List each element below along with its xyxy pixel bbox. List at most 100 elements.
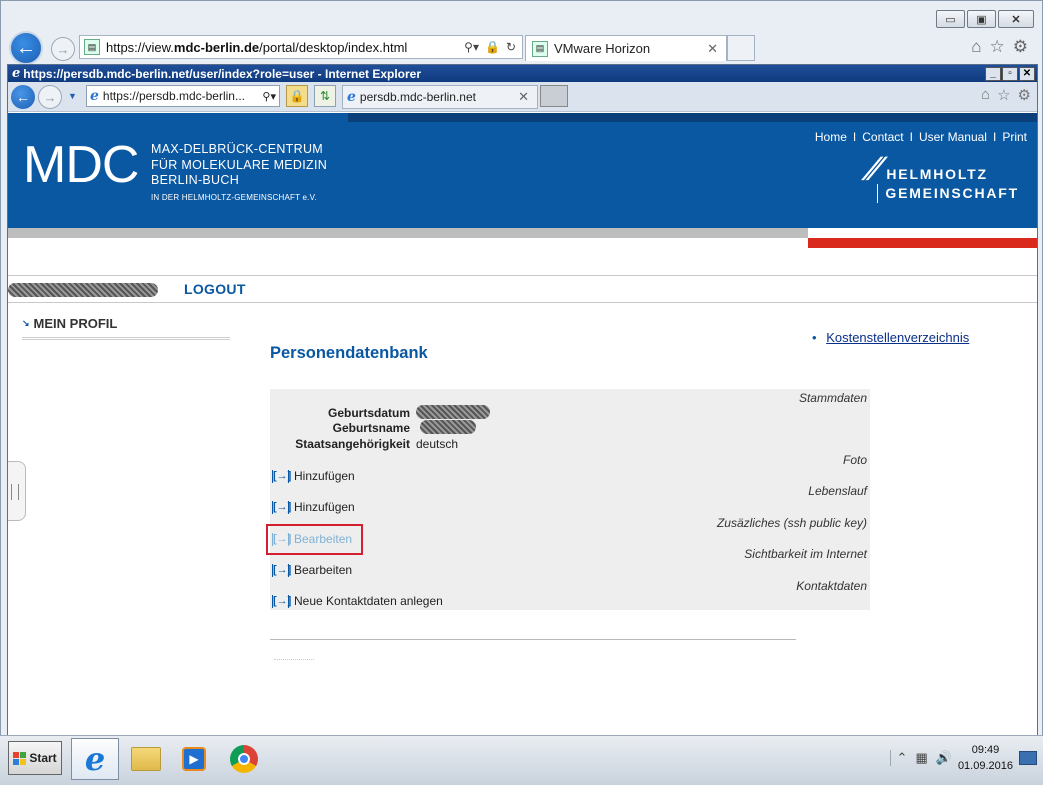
inner-new-tab-button[interactable]	[540, 85, 568, 107]
security-lock-icon[interactable]: 🔒	[286, 85, 308, 107]
taskbar-ie[interactable]: e	[71, 738, 119, 780]
new-tab-button[interactable]	[727, 35, 755, 61]
zusaetzliches-edit-button[interactable]: [→] Bearbeiten	[266, 524, 363, 555]
inner-tab-title: persdb.mdc-berlin.net	[359, 90, 476, 104]
inner-tab-persdb[interactable]: e persdb.mdc-berlin.net ✕	[342, 85, 538, 109]
field-geburtsname: Geburtsname	[270, 421, 416, 435]
page-favicon-icon: ▤	[84, 39, 100, 55]
sidebar-item-label: MEIN PROFIL	[33, 316, 118, 331]
back-button[interactable]: ←	[9, 31, 43, 65]
action-label: Neue Kontaktdaten anlegen	[294, 594, 443, 608]
refresh-icon[interactable]: ↻	[506, 40, 516, 54]
start-label: Start	[29, 751, 57, 765]
lebenslauf-add-button[interactable]: [→] Hinzufügen	[272, 500, 355, 514]
field-label: Geburtsname	[332, 421, 410, 435]
top-links: Home I Contact I User Manual I Print	[815, 130, 1027, 144]
settings-gear-icon[interactable]: ⚙	[1013, 37, 1028, 57]
show-desktop-icon[interactable]	[1019, 751, 1037, 765]
windows-flag-icon	[13, 751, 27, 765]
outer-toolbar-icons: ⌂ ☆ ⚙	[971, 37, 1028, 57]
inner-ie-window: e https://persdb.mdc-berlin.net/user/ind…	[7, 64, 1038, 736]
print-link[interactable]: Print	[1002, 130, 1027, 144]
kontaktdaten-new-button[interactable]: [→] Neue Kontaktdaten anlegen	[272, 594, 443, 608]
grip-icon	[11, 484, 19, 500]
address-bar-icons: ⚲▾ 🔒 ↻	[464, 40, 522, 54]
inner-forward-button[interactable]: →	[38, 85, 62, 109]
sichtbarkeit-edit-button[interactable]: [→] Bearbeiten	[272, 563, 352, 577]
user-manual-link[interactable]: User Manual	[919, 130, 987, 144]
volume-icon[interactable]: 🔊	[936, 750, 952, 766]
compat-refresh-icon[interactable]: ⇅	[314, 85, 336, 107]
lock-icon[interactable]: 🔒	[485, 40, 500, 54]
outer-tab-title: VMware Horizon	[554, 41, 651, 56]
foto-add-button[interactable]: [→] Hinzufügen	[272, 469, 355, 483]
home-icon[interactable]: ⌂	[971, 37, 981, 57]
logout-link[interactable]: LOGOUT	[184, 281, 246, 297]
outer-url-path: /portal/desktop/index.html	[259, 39, 408, 55]
outer-url-prefix: https://view.	[106, 39, 174, 55]
outer-tab-vmware[interactable]: ▤ VMware Horizon ✕	[525, 35, 727, 61]
forward-button[interactable]: →	[51, 37, 75, 61]
section-lebenslauf: Lebenslauf	[808, 484, 867, 498]
page-title: Personendatenbank	[270, 344, 428, 362]
taskbar-chrome[interactable]	[220, 738, 268, 780]
contact-link[interactable]: Contact	[862, 130, 903, 144]
inner-tab-close-icon[interactable]: ✕	[518, 89, 529, 105]
link-separator: I	[909, 130, 913, 144]
helmholtz-mark-icon: ⫽	[860, 153, 883, 186]
inner-close-button[interactable]: ✕	[1019, 66, 1035, 81]
institute-small: IN DER HELMHOLTZ-GEMEINSCHAFT e.V.	[151, 192, 317, 202]
tray-icons: ⌃ ▦ 🔊	[889, 750, 952, 766]
home-link[interactable]: Home	[815, 130, 847, 144]
clock[interactable]: 09:49 01.09.2016	[958, 742, 1013, 774]
maximize-button[interactable]: ▣	[967, 10, 996, 28]
section-sichtbarkeit: Sichtbarkeit im Internet	[744, 547, 867, 561]
clock-time: 09:49	[971, 744, 1000, 756]
section-foto: Foto	[842, 453, 867, 467]
arrow-right-icon: [→]	[272, 469, 292, 483]
mdc-logo[interactable]: MDC	[23, 135, 139, 195]
outer-window-controls: ▭ ▣ ✕	[936, 10, 1034, 28]
clock-date: 01.09.2016	[957, 760, 1013, 772]
outer-address-bar[interactable]: ▤ https://view.mdc-berlin.de/portal/desk…	[79, 35, 523, 59]
inner-search-icon[interactable]: ⚲▾	[262, 90, 279, 103]
inner-home-icon[interactable]: ⌂	[981, 86, 990, 104]
header-strip	[348, 113, 1037, 122]
arrow-right-icon: [→]	[272, 594, 292, 608]
network-icon[interactable]: ▦	[915, 750, 927, 766]
inner-favorites-icon[interactable]: ☆	[997, 86, 1010, 104]
outer-browser-window: ▭ ▣ ✕ ← → ▤ https://view.mdc-berlin.de/p…	[0, 0, 1043, 785]
helmholtz-line1: HELMHOLTZ	[886, 166, 988, 182]
link-separator: I	[852, 130, 857, 144]
search-icon[interactable]: ⚲▾	[464, 40, 479, 54]
minimize-button[interactable]: ▭	[936, 10, 965, 28]
institute-line: BERLIN-BUCH	[151, 173, 240, 187]
close-button[interactable]: ✕	[998, 10, 1034, 28]
inner-settings-icon[interactable]: ⚙	[1018, 86, 1031, 104]
inner-minimize-button[interactable]: _	[985, 66, 1001, 81]
action-label: Hinzufügen	[294, 500, 355, 514]
inner-restore-button[interactable]: ▫	[1002, 66, 1018, 81]
internet-explorer-icon: e	[84, 740, 106, 778]
tray-expand-icon[interactable]: ⌃	[897, 750, 908, 766]
inner-back-button[interactable]: ←	[11, 85, 35, 109]
inner-address-bar[interactable]: e https://persdb.mdc-berlin... ⚲▾	[86, 85, 280, 107]
sidebar-item-mein-profil[interactable]: ↘ MEIN PROFIL	[22, 313, 230, 340]
tab-close-icon[interactable]: ✕	[707, 41, 718, 57]
taskbar-explorer[interactable]	[122, 738, 170, 780]
start-button[interactable]: Start	[8, 741, 62, 775]
favorites-star-icon[interactable]: ☆	[990, 37, 1005, 57]
taskbar-media-player[interactable]: ▶	[170, 738, 218, 780]
kostenstellen-item: • Kostenstellenverzeichnis	[812, 330, 969, 345]
system-tray: ⌃ ▦ 🔊 09:49 01.09.2016	[889, 740, 1037, 776]
kostenstellen-link[interactable]: Kostenstellenverzeichnis	[826, 330, 969, 345]
dotted-divider	[274, 659, 314, 660]
helmholtz-text: HELMHOLTZ GEMEINSCHAFT	[877, 165, 1019, 203]
helmholtz-logo[interactable]: ⫽ HELMHOLTZ GEMEINSCHAFT	[861, 153, 1019, 203]
profile-data-panel: Stammdaten Geburtsdatum Geburtsname Staa…	[266, 389, 870, 610]
arrow-right-icon: [→]	[272, 500, 292, 514]
side-panel-handle[interactable]	[8, 461, 26, 521]
outer-navigation-bar: ← → ▤ https://view.mdc-berlin.de/portal/…	[9, 31, 1034, 65]
history-dropdown-icon[interactable]: ▼	[68, 91, 77, 101]
inner-window-title: https://persdb.mdc-berlin.net/user/index…	[23, 66, 422, 81]
